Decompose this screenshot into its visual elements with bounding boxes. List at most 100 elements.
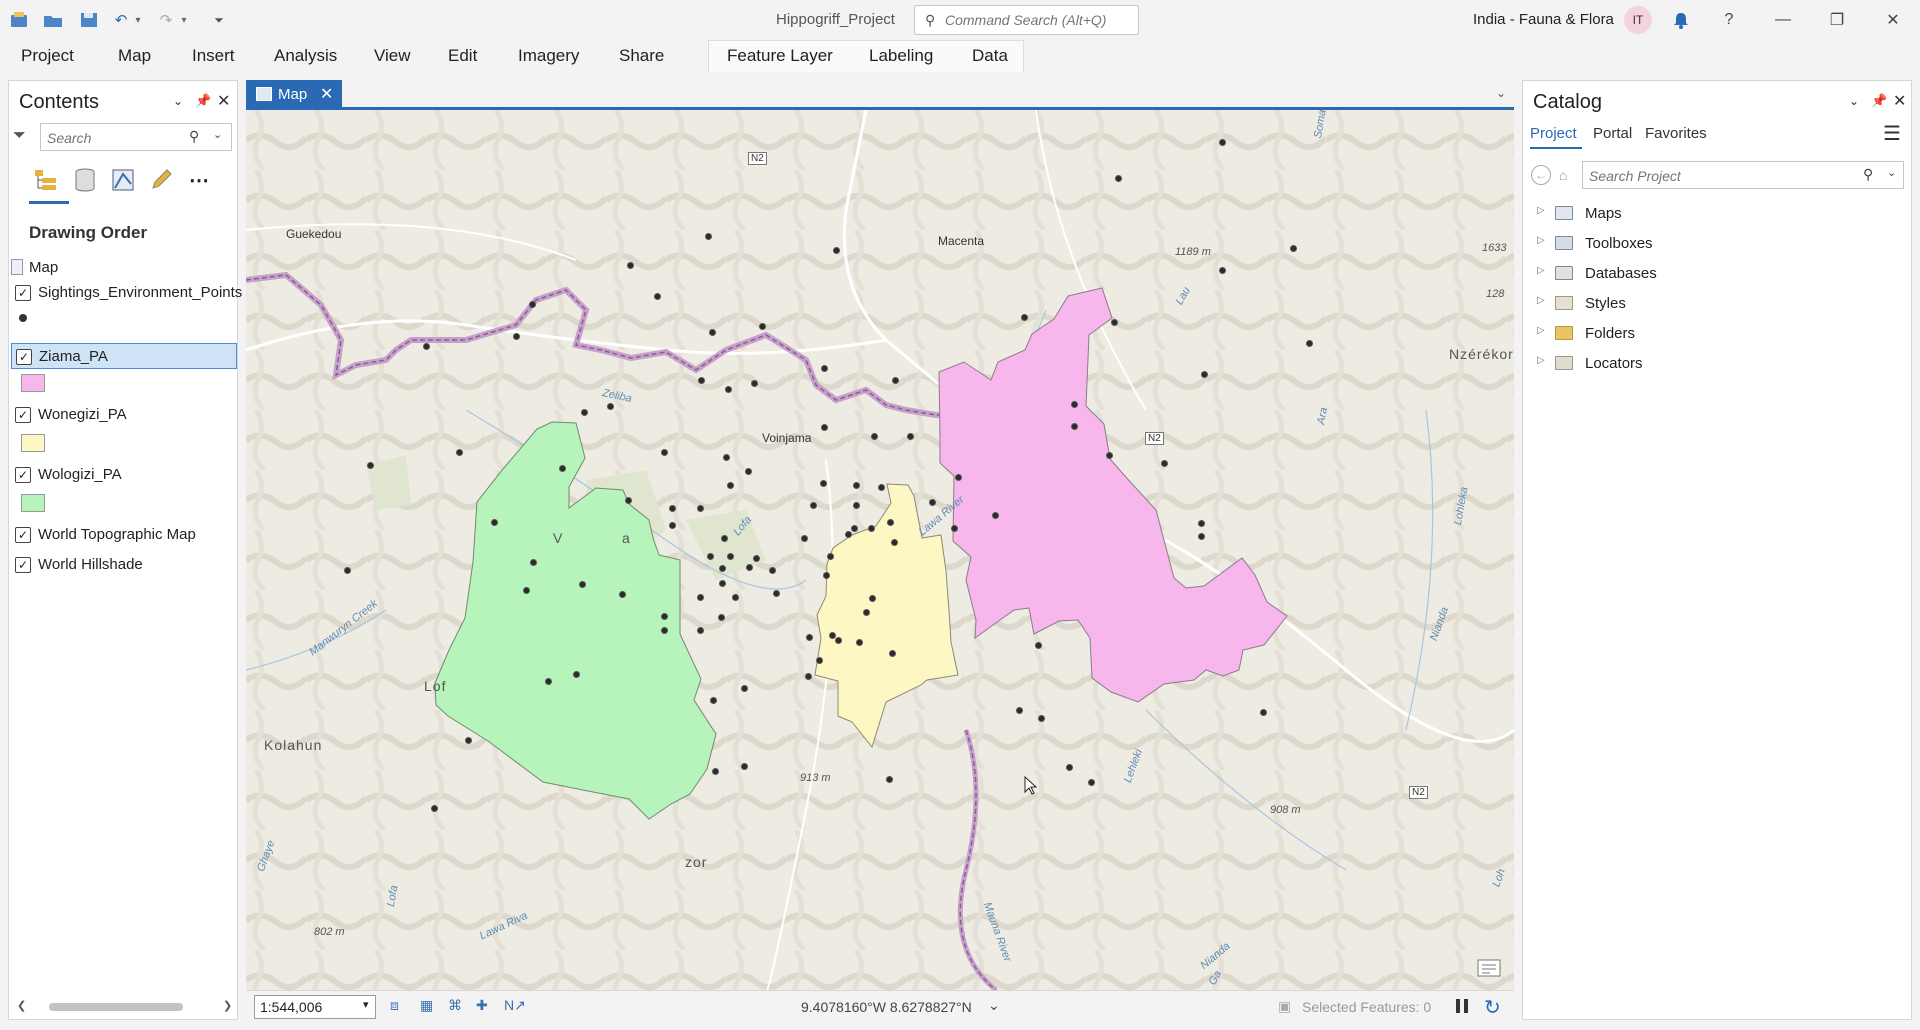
sighting-point[interactable] (719, 580, 726, 587)
constraint-icon[interactable]: ✚ (476, 997, 496, 1015)
sighting-point[interactable] (745, 468, 752, 475)
layer-visibility-checkbox[interactable]: ✓ (15, 407, 31, 423)
open-project-icon[interactable] (42, 9, 64, 31)
sighting-point[interactable] (821, 424, 828, 431)
sighting-point[interactable] (833, 247, 840, 254)
sighting-point[interactable] (878, 484, 885, 491)
sighting-point[interactable] (853, 482, 860, 489)
scale-selector[interactable]: 1:544,006 ▾ (254, 995, 376, 1019)
catalog-search-input[interactable] (1589, 166, 1839, 186)
pause-drawing-icon[interactable] (1454, 997, 1470, 1015)
expand-arrow-icon[interactable]: ▷ (1537, 295, 1545, 306)
avatar[interactable]: IT (1624, 6, 1652, 34)
tab-map[interactable]: Map (118, 46, 151, 66)
sighting-point[interactable] (863, 609, 870, 616)
wologizi-symbol-swatch[interactable] (21, 494, 45, 512)
catalog-item-folders[interactable]: ▷ Folders (1537, 321, 1837, 347)
sighting-point[interactable] (654, 293, 661, 300)
sighting-point[interactable] (661, 449, 668, 456)
command-search-input[interactable] (945, 10, 1133, 30)
layer-visibility-checkbox[interactable]: ✓ (15, 467, 31, 483)
sighting-point[interactable] (619, 591, 626, 598)
sighting-point[interactable] (725, 386, 732, 393)
tab-feature-layer[interactable]: Feature Layer (727, 46, 833, 66)
expand-arrow-icon[interactable]: ▷ (1537, 205, 1545, 216)
catalog-item-styles[interactable]: ▷ Styles (1537, 291, 1837, 317)
sighting-point[interactable] (697, 505, 704, 512)
sighting-point[interactable] (1290, 245, 1297, 252)
sighting-point[interactable] (669, 522, 676, 529)
sighting-point[interactable] (816, 657, 823, 664)
sighting-point[interactable] (886, 776, 893, 783)
new-project-icon[interactable] (8, 9, 30, 31)
tab-data[interactable]: Data (972, 46, 1008, 66)
sighting-point[interactable] (1219, 267, 1226, 274)
tab-edit[interactable]: Edit (448, 46, 477, 66)
scroll-right-icon[interactable]: ❯ (223, 999, 232, 1012)
sighting-point[interactable] (1088, 779, 1095, 786)
sighting-point[interactable] (821, 365, 828, 372)
sighting-point[interactable] (851, 525, 858, 532)
list-by-editing-button[interactable] (145, 165, 177, 195)
layer-visibility-checkbox[interactable]: ✓ (15, 285, 31, 301)
sighting-point[interactable] (712, 768, 719, 775)
close-pane-icon[interactable]: ✕ (1893, 91, 1906, 111)
sighting-point[interactable] (1198, 533, 1205, 540)
sighting-point[interactable] (344, 567, 351, 574)
close-pane-icon[interactable]: ✕ (217, 91, 230, 111)
sighting-point[interactable] (465, 737, 472, 744)
contents-search[interactable]: ⚲ ⌄ (40, 123, 232, 151)
sighting-point[interactable] (431, 805, 438, 812)
layer-visibility-checkbox[interactable]: ✓ (15, 527, 31, 543)
sighting-point[interactable] (992, 512, 999, 519)
sighting-point[interactable] (581, 409, 588, 416)
sighting-point[interactable] (707, 553, 714, 560)
tab-share[interactable]: Share (619, 46, 664, 66)
contents-search-input[interactable] (47, 128, 187, 148)
sighting-point[interactable] (1161, 460, 1168, 467)
sighting-point[interactable] (773, 590, 780, 597)
catalog-item-toolboxes[interactable]: ▷ Toolboxes (1537, 231, 1837, 257)
sighting-point[interactable] (801, 535, 808, 542)
close-tab-icon[interactable]: ✕ (320, 84, 333, 104)
wonegizi-symbol-swatch[interactable] (21, 434, 45, 452)
layer-row-world-topographic[interactable]: ✓ World Topographic Map (11, 522, 237, 548)
layer-visibility-checkbox[interactable]: ✓ (16, 349, 32, 365)
save-project-icon[interactable] (78, 9, 100, 31)
list-by-source-button[interactable] (69, 165, 101, 195)
hamburger-menu-icon[interactable]: ☰ (1883, 121, 1901, 146)
sighting-point[interactable] (661, 613, 668, 620)
sighting-point[interactable] (827, 553, 834, 560)
layer-row-ziama[interactable]: ✓ Ziama_PA (11, 343, 237, 369)
sighting-point[interactable] (727, 482, 734, 489)
sighting-point[interactable] (423, 343, 430, 350)
sighting-point[interactable] (1016, 707, 1023, 714)
restore-icon[interactable]: ❐ (1822, 6, 1852, 34)
sighting-point[interactable] (951, 525, 958, 532)
sighting-point[interactable] (856, 639, 863, 646)
pane-menu-chevron-icon[interactable]: ⌄ (1849, 94, 1859, 108)
sighting-point[interactable] (1035, 642, 1042, 649)
map-notes-icon[interactable] (1476, 958, 1502, 980)
sighting-point[interactable] (1071, 423, 1078, 430)
sighting-point[interactable] (607, 403, 614, 410)
chevron-down-icon[interactable]: ⌄ (1887, 166, 1896, 179)
sighting-point[interactable] (698, 377, 705, 384)
sighting-point[interactable] (719, 565, 726, 572)
sighting-point[interactable] (769, 567, 776, 574)
sighting-point[interactable] (456, 449, 463, 456)
sighting-point[interactable] (1071, 401, 1078, 408)
scroll-left-icon[interactable]: ❮ (17, 999, 26, 1012)
sighting-point[interactable] (892, 377, 899, 384)
sighting-point[interactable] (523, 587, 530, 594)
sighting-point[interactable] (697, 627, 704, 634)
sighting-point[interactable] (1038, 715, 1045, 722)
sighting-point[interactable] (955, 474, 962, 481)
expand-arrow-icon[interactable]: ▷ (1537, 265, 1545, 276)
sighting-point[interactable] (727, 553, 734, 560)
sighting-point[interactable] (820, 480, 827, 487)
sighting-point[interactable] (705, 233, 712, 240)
command-search[interactable]: ⚲ (914, 5, 1139, 35)
sighting-point[interactable] (753, 555, 760, 562)
sighting-point[interactable] (491, 519, 498, 526)
